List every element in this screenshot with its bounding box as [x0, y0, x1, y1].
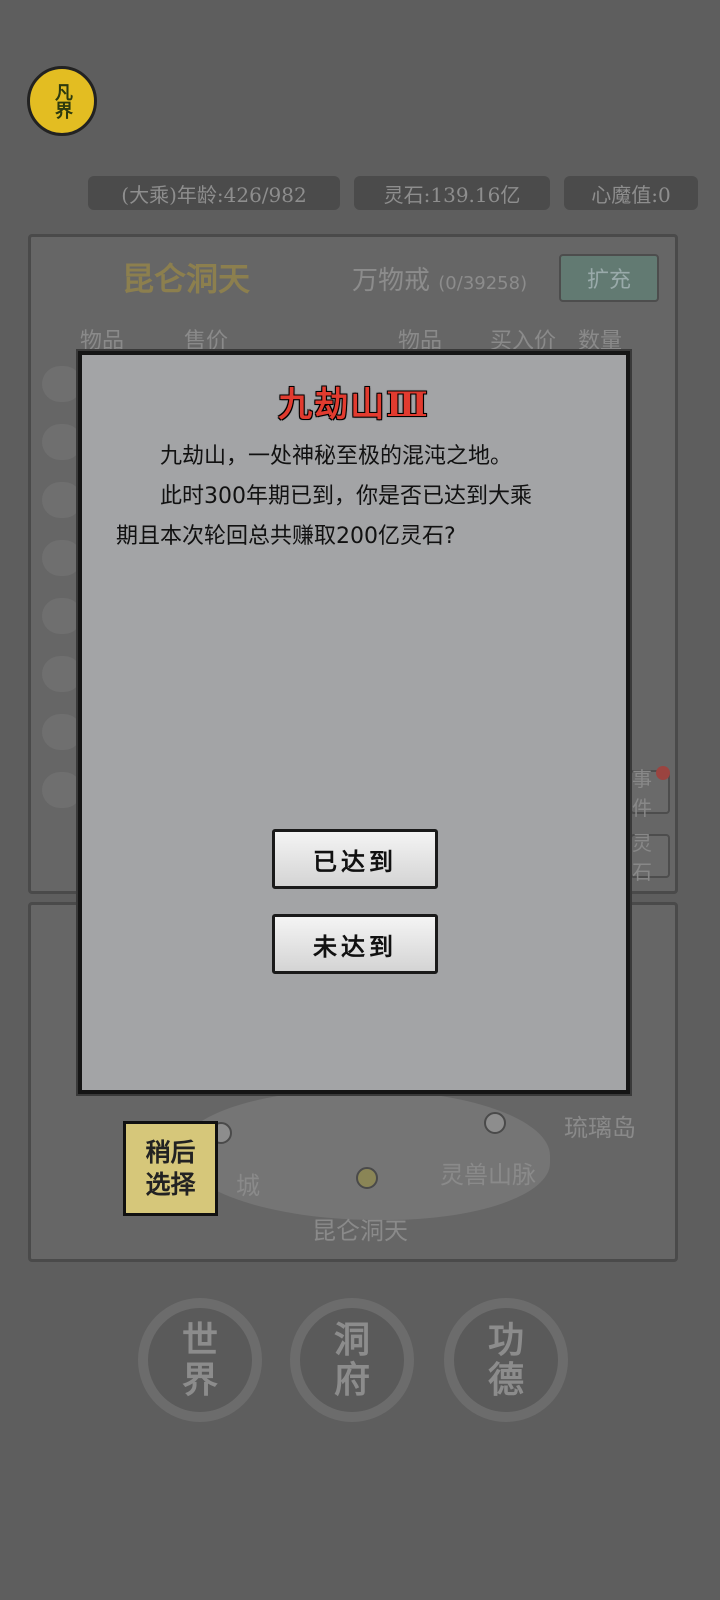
age-display: (大乘)年龄:426/982	[88, 176, 340, 210]
heart-demon-text: 心魔值:0	[591, 182, 671, 207]
nav-merit-label: 功德	[487, 1319, 524, 1401]
choose-later-line1: 稍后	[145, 1137, 196, 1167]
nav-world-button[interactable]: 世界	[138, 1298, 262, 1422]
event-dialog: 九劫山Ⅲ 九劫山，一处神秘至极的混沌之地。 此时300年期已到，你是否已达到大乘…	[78, 351, 630, 1094]
map-label-liuli-island[interactable]: 琉璃岛	[564, 1108, 636, 1143]
map-label-beast-mountains[interactable]: 灵兽山脉	[440, 1155, 536, 1190]
shop-row[interactable]	[42, 714, 82, 750]
map-location-beast-mountains[interactable]	[484, 1112, 506, 1134]
heart-demon-display: 心魔值:0	[564, 176, 698, 210]
game-logo[interactable]: 凡界	[27, 66, 97, 136]
not-reached-button[interactable]: 未达到	[272, 914, 438, 974]
spirit-stone-button[interactable]: 灵石	[630, 831, 670, 884]
dialog-paragraph-2a: 此时300年期已到，你是否已达到大乘	[160, 484, 532, 509]
spirit-stone-display: 灵石:139.16亿	[354, 176, 550, 210]
ring-capacity: (0/39258)	[438, 273, 528, 294]
dialog-title: 九劫山Ⅲ	[278, 385, 430, 425]
dialog-paragraph-2b: 期且本次轮回总共赚取200亿灵石?	[116, 524, 456, 549]
ring-title-text: 万物戒	[352, 266, 431, 296]
shop-title: 昆仑洞天	[122, 260, 251, 298]
nav-merit-button[interactable]: 功德	[444, 1298, 568, 1422]
shop-row[interactable]	[42, 598, 82, 634]
shop-row[interactable]	[42, 424, 82, 460]
map-location-kunlun[interactable]	[356, 1167, 378, 1189]
nav-cave-button[interactable]: 洞府	[290, 1298, 414, 1422]
shop-row[interactable]	[42, 540, 82, 576]
logo-text: 凡界	[52, 83, 73, 119]
notification-dot	[656, 766, 670, 780]
dialog-paragraph-1: 九劫山，一处神秘至极的混沌之地。	[160, 444, 513, 469]
shop-row[interactable]	[42, 772, 82, 808]
reached-button[interactable]: 已达到	[272, 829, 438, 889]
spirit-stone-text: 灵石:139.16亿	[383, 182, 521, 207]
nav-cave-label: 洞府	[333, 1319, 370, 1401]
choose-later-line2: 选择	[145, 1169, 196, 1199]
shop-row[interactable]	[42, 482, 82, 518]
expand-button[interactable]: 扩充	[559, 254, 659, 302]
nav-world-label: 世界	[181, 1319, 218, 1401]
shop-row[interactable]	[42, 656, 82, 692]
choose-later-button[interactable]: 稍后 选择	[123, 1121, 218, 1216]
map-label-kunlun[interactable]: 昆仑洞天	[312, 1211, 408, 1246]
age-text: (大乘)年龄:426/982	[121, 182, 307, 207]
map-label-city[interactable]: 城	[236, 1166, 260, 1201]
spirit-stone-button-label: 灵石	[632, 831, 652, 884]
dialog-body: 九劫山，一处神秘至极的混沌之地。 此时300年期已到，你是否已达到大乘 期且本次…	[116, 437, 606, 557]
ring-title: 万物戒 (0/39258)	[352, 260, 527, 297]
shop-row[interactable]	[42, 366, 82, 402]
